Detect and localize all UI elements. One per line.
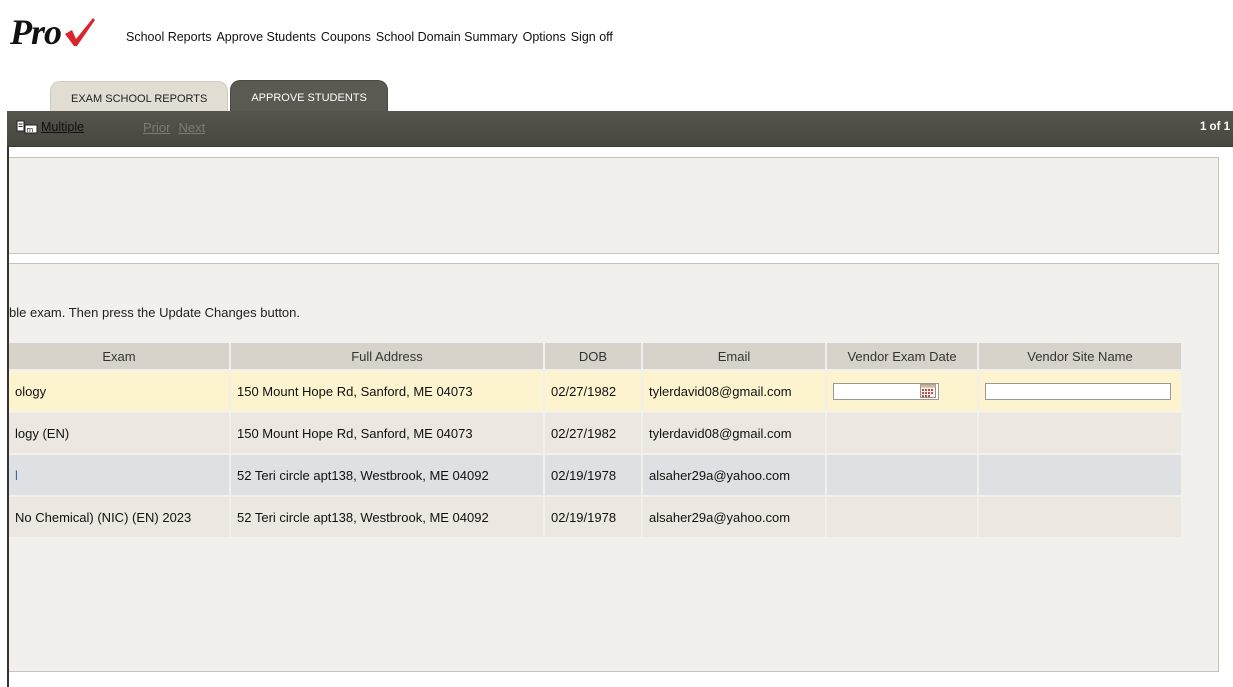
tab-bar: EXAM SCHOOL REPORTS APPROVE STUDENTS (50, 80, 388, 112)
vendor-exam-date-cell (827, 497, 977, 537)
next-link[interactable]: Next (178, 120, 205, 135)
students-table: Exam Full Address DOB Email Vendor Exam … (7, 341, 1183, 539)
nav-coupons[interactable]: Coupons (321, 30, 371, 44)
col-full-address[interactable]: Full Address (231, 343, 543, 369)
col-email[interactable]: Email (643, 343, 825, 369)
multiple-label: Multiple (41, 120, 85, 134)
instruction-text: ble exam. Then press the Update Changes … (9, 305, 301, 320)
col-vendor-exam-date[interactable]: Vendor Exam Date (827, 343, 977, 369)
address-cell: 52 Teri circle apt138, Westbrook, ME 040… (231, 497, 543, 537)
nav-approve-students[interactable]: Approve Students (216, 30, 315, 44)
email-cell: tylerdavid08@gmail.com (643, 413, 825, 453)
email-cell: alsaher29a@yahoo.com (643, 455, 825, 495)
vendor-site-name-input[interactable] (985, 382, 1171, 400)
vendor-site-name-cell (979, 413, 1181, 453)
top-nav: School Reports Approve Students Coupons … (126, 30, 613, 44)
checkmark-icon (65, 18, 95, 46)
nav-sign-off[interactable]: Sign off (571, 30, 613, 44)
table-row[interactable]: l 52 Teri circle apt138, Westbrook, ME 0… (9, 455, 1181, 495)
exam-link[interactable]: l (15, 468, 18, 483)
vendor-site-name-cell (979, 497, 1181, 537)
multiple-select-icon: m (16, 120, 38, 134)
prior-link[interactable]: Prior (143, 120, 170, 135)
dob-cell: 02/19/1978 (545, 455, 641, 495)
table-header-row: Exam Full Address DOB Email Vendor Exam … (9, 343, 1181, 369)
toolbar: m Multiple Prior Next 1 of 1 (7, 111, 1233, 147)
col-exam[interactable]: Exam (9, 343, 229, 369)
nav-school-domain-summary[interactable]: School Domain Summary (376, 30, 518, 44)
page-indicator: 1 of 1 (1199, 121, 1230, 133)
vendor-site-name-cell (979, 455, 1181, 495)
header: Pro School Reports Approve Students Coup… (0, 0, 1233, 75)
vendor-exam-date-cell (827, 371, 977, 411)
tab-approve-students[interactable]: APPROVE STUDENTS (230, 80, 388, 112)
address-cell: 150 Mount Hope Rd, Sanford, ME 04073 (231, 413, 543, 453)
col-dob[interactable]: DOB (545, 343, 641, 369)
tab-exam-school-reports[interactable]: EXAM SCHOOL REPORTS (50, 81, 229, 112)
exam-cell: No Chemical) (NIC) (EN) 2023 (9, 497, 229, 537)
exam-cell: l (9, 455, 229, 495)
address-cell: 52 Teri circle apt138, Westbrook, ME 040… (231, 455, 543, 495)
vendor-exam-date-cell (827, 455, 977, 495)
email-cell: tylerdavid08@gmail.com (643, 371, 825, 411)
vendor-exam-date-cell (827, 413, 977, 453)
dob-cell: 02/27/1982 (545, 413, 641, 453)
col-vendor-site-name[interactable]: Vendor Site Name (979, 343, 1181, 369)
table-row[interactable]: No Chemical) (NIC) (EN) 2023 52 Teri cir… (9, 497, 1181, 537)
approve-panel: ble exam. Then press the Update Changes … (9, 263, 1219, 672)
nav-options[interactable]: Options (523, 30, 566, 44)
logo-text: Pro (10, 12, 62, 52)
address-cell: 150 Mount Hope Rd, Sanford, ME 04073 (231, 371, 543, 411)
calendar-icon[interactable] (920, 384, 936, 398)
dob-cell: 02/27/1982 (545, 371, 641, 411)
exam-cell: logy (EN) (9, 413, 229, 453)
table-row[interactable]: logy (EN) 150 Mount Hope Rd, Sanford, ME… (9, 413, 1181, 453)
table-row[interactable]: ology 150 Mount Hope Rd, Sanford, ME 040… (9, 371, 1181, 411)
prov-logo[interactable]: Pro (10, 10, 97, 50)
filter-panel (9, 157, 1219, 254)
vendor-site-name-cell (979, 371, 1181, 411)
dob-cell: 02/19/1978 (545, 497, 641, 537)
pager: Prior Next (143, 120, 205, 135)
email-cell: alsaher29a@yahoo.com (643, 497, 825, 537)
svg-text:m: m (27, 126, 34, 134)
nav-school-reports[interactable]: School Reports (126, 30, 211, 44)
multiple-button[interactable]: m Multiple (16, 120, 84, 134)
exam-cell: ology (9, 371, 229, 411)
